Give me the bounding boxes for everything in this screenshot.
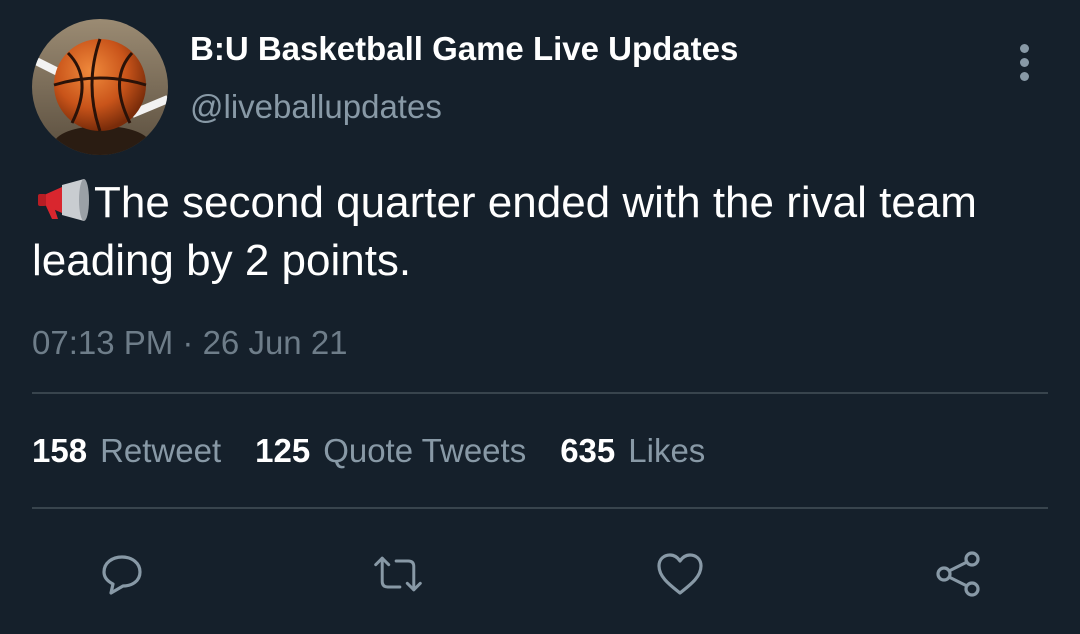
reply-button[interactable] [96,548,148,600]
tweet-body: The second quarter ended with the rival … [32,174,1062,290]
retweet-button[interactable] [372,548,424,600]
user-handle[interactable]: @liveballupdates [190,88,442,126]
more-options-button[interactable] [1006,40,1042,84]
share-icon [936,551,980,597]
tweet-text: The second quarter ended with the rival … [32,178,977,285]
stat-label: Likes [628,432,706,469]
like-icon [657,553,703,595]
quote-tweet-count[interactable]: 125 Quote Tweets [255,432,526,470]
stat-label: Quote Tweets [323,432,527,469]
megaphone-icon [38,179,89,221]
avatar[interactable] [32,19,168,155]
tweet-stats: 158 Retweet 125 Quote Tweets 635 Likes [32,432,739,470]
stat-count: 125 [255,432,311,469]
like-button[interactable] [654,548,706,600]
retweet-count[interactable]: 158 Retweet [32,432,221,470]
retweet-icon [374,556,422,592]
more-icon [1019,43,1029,53]
tweet-detail: B:U Basketball Game Live Updates @liveba… [0,0,1080,634]
stat-count: 158 [32,432,88,469]
divider [32,507,1048,509]
more-icon-dot [1019,71,1029,81]
divider [32,392,1048,394]
reply-icon [102,555,142,595]
basketball-icon [32,19,168,155]
more-icon-dot [1019,57,1029,67]
stat-label: Retweet [100,432,222,469]
share-button[interactable] [932,548,984,600]
like-count[interactable]: 635 Likes [560,432,705,470]
stat-count: 635 [560,432,616,469]
tweet-timestamp[interactable]: 07:13 PM · 26 Jun 21 [32,324,348,362]
display-name[interactable]: B:U Basketball Game Live Updates [190,30,738,68]
